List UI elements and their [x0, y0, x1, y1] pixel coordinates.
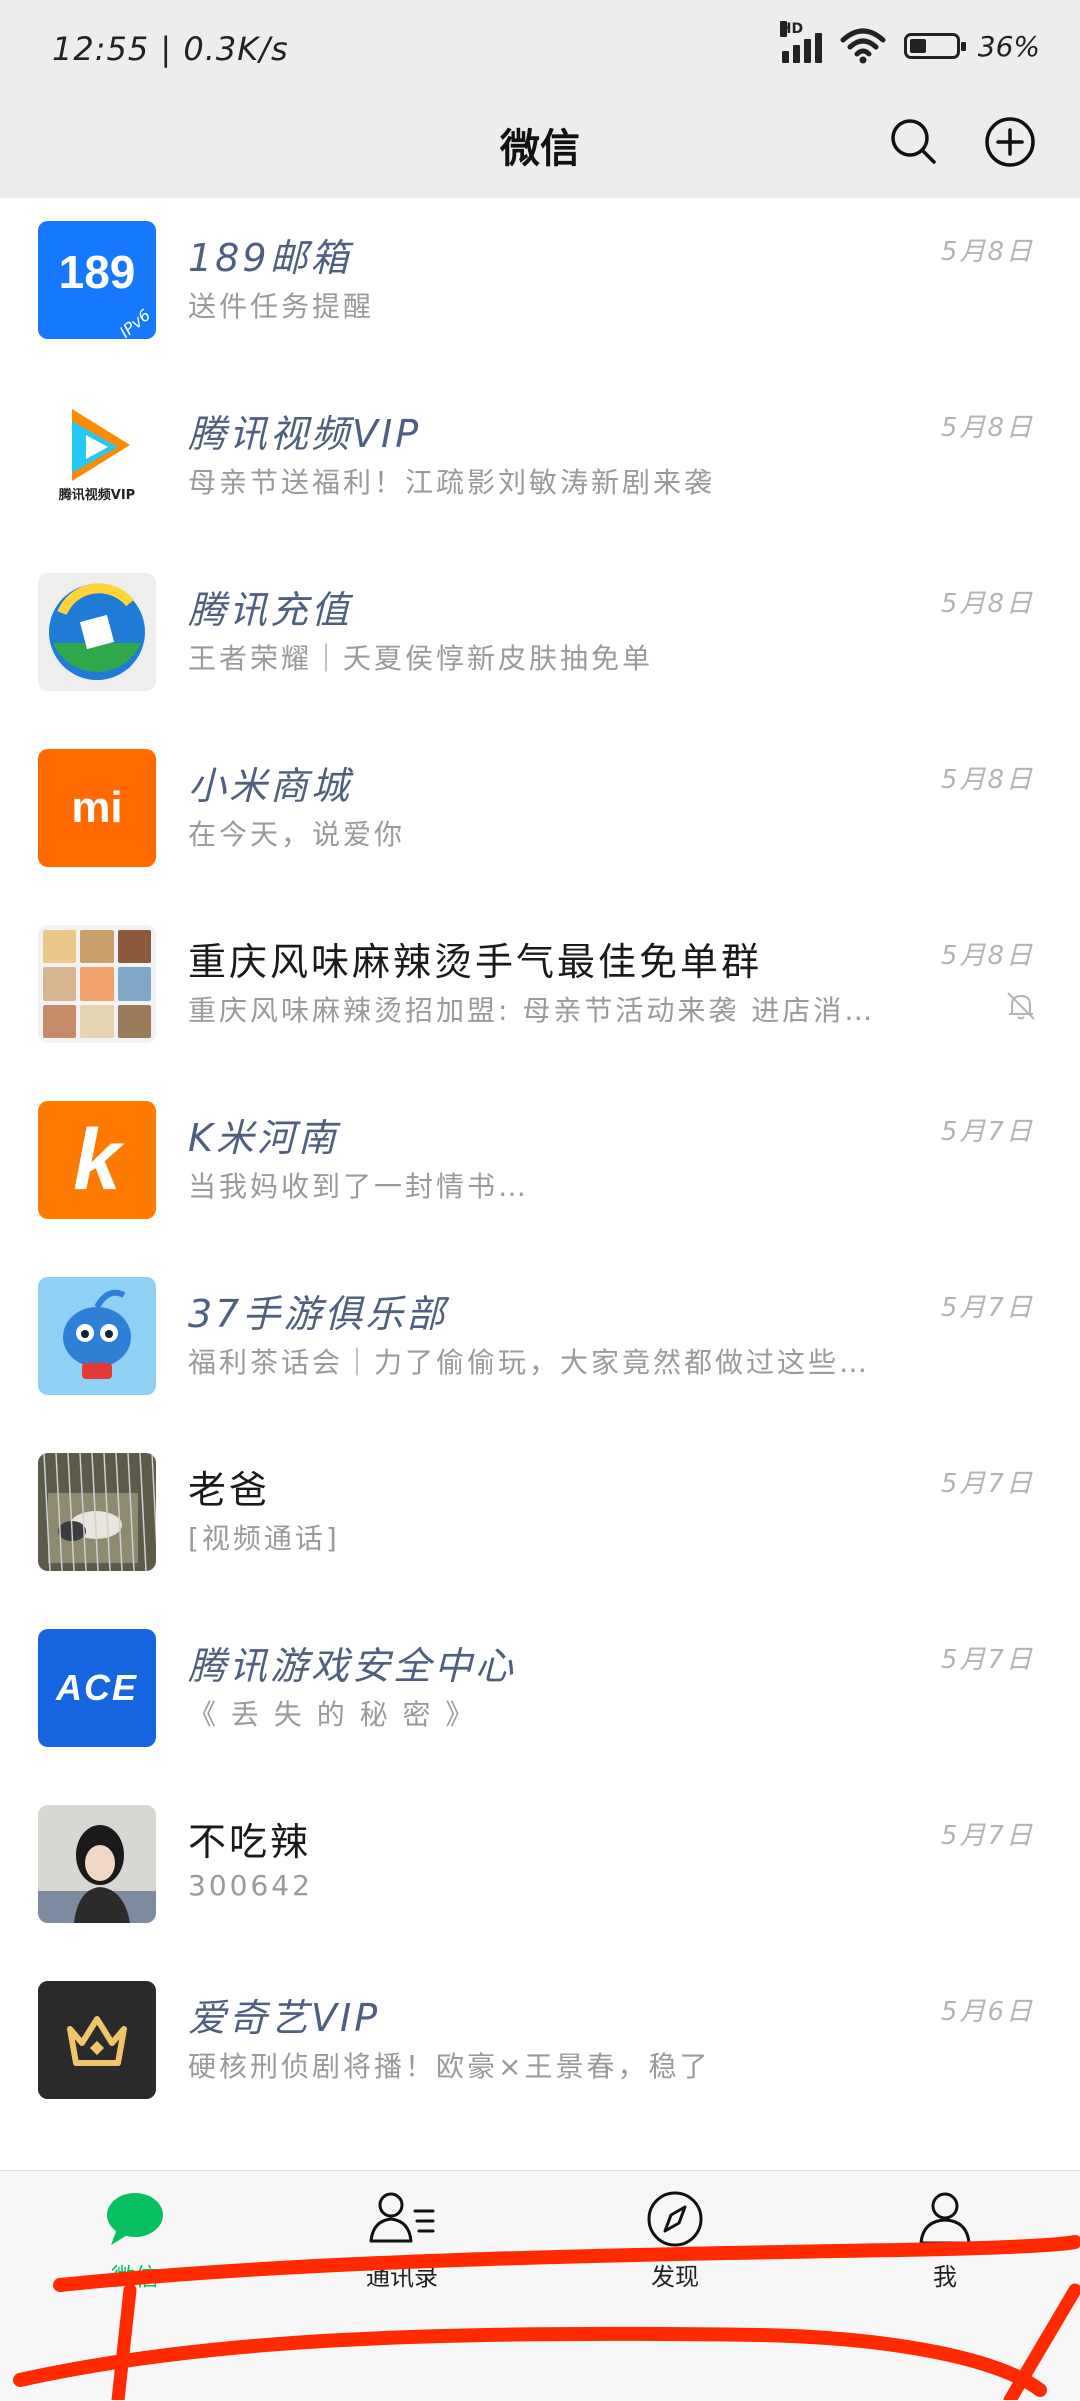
avatar: 腾讯视频VIP — [38, 397, 156, 515]
chat-preview: 母亲节送福利！江疏影刘敏涛新剧来袭 — [188, 466, 716, 499]
tab-label: 通讯录 — [366, 2263, 438, 2291]
chat-time: 5月8日 — [940, 237, 1034, 267]
wifi-icon — [840, 28, 886, 64]
chat-time: 5月8日 — [940, 765, 1034, 795]
chat-name: 小米商城 — [188, 764, 353, 808]
chat-list-item[interactable]: 腾讯充值王者荣耀｜夭夏侯惇新皮肤抽免单 5月8日 — [0, 551, 1080, 727]
chat-preview: [视频通话] — [188, 1522, 340, 1555]
chat-preview: 《 丢 失 的 秘 密 》 — [188, 1698, 477, 1731]
tab-label: 微信 — [111, 2263, 159, 2291]
chat-name: K米河南 — [188, 1116, 339, 1160]
mute-bell-icon — [1007, 992, 1035, 1020]
avatar-sub: 腾讯视频VIP — [58, 488, 136, 503]
chat-name: 腾讯游戏安全中心 — [188, 1644, 517, 1688]
bottom-tab-bar: 微信 通讯录 发现 我 — [0, 2170, 1080, 2401]
avatar-sub: IPv6 — [115, 305, 155, 339]
avatar — [38, 1453, 156, 1571]
hd-badge: HD — [779, 21, 804, 37]
search-icon[interactable] — [886, 114, 942, 170]
chat-preview: 硬核刑侦剧将播！欧豪×王景春，稳了 — [188, 2050, 711, 2083]
chat-preview: 福利茶话会｜力了偷偷玩，大家竟然都做过这些… — [188, 1346, 871, 1379]
chat-time: 5月6日 — [940, 1997, 1034, 2027]
avatar-text: 189 — [58, 246, 136, 298]
chat-list-item[interactable]: 爱奇艺VIP 硬核刑侦剧将播！欧豪×王景春，稳了 5月6日 — [0, 1959, 1080, 2135]
tab-discover[interactable]: 发现 — [575, 2189, 775, 2292]
chat-list-item[interactable]: ACE 腾讯游戏安全中心《 丢 失 的 秘 密 》 5月7日 — [0, 1607, 1080, 1783]
chat-name: 腾讯视频VIP — [188, 412, 422, 456]
chat-name: 爱奇艺VIP — [188, 1996, 381, 2040]
chat-name: 重庆风味麻辣烫手气最佳免单群 — [188, 940, 763, 984]
chat-time: 5月8日 — [940, 941, 1034, 971]
battery-icon — [903, 33, 966, 59]
tab-chats[interactable]: 微信 — [35, 2189, 235, 2292]
chat-list-item[interactable]: mi 小米商城在今天，说爱你 5月8日 — [0, 727, 1080, 903]
chat-time: 5月7日 — [940, 1469, 1034, 1499]
chat-preview: 在今天，说爱你 — [188, 818, 406, 851]
chat-preview: 王者荣耀｜夭夏侯惇新皮肤抽免单 — [188, 642, 654, 675]
chat-time: 5月7日 — [940, 1293, 1034, 1323]
status-bar: 12:55 | 0.3K/s HD 36% — [0, 0, 1080, 100]
chat-time: 5月7日 — [940, 1117, 1034, 1147]
chat-name: 老爸 — [188, 1468, 271, 1512]
chat-time: 5月8日 — [940, 413, 1034, 443]
avatar: mi — [38, 749, 156, 867]
chat-bubble-icon — [107, 2193, 163, 2245]
status-icons: HD 36% — [779, 21, 1040, 64]
chat-list-item[interactable]: 189 IPv6 189邮箱送件任务提醒 5月8日 — [0, 199, 1080, 375]
chat-list[interactable]: 189 IPv6 189邮箱 送件任务提醒 5月8日 腾讯视频VIP 腾讯视频VIP 母亲节送… — [0, 198, 1080, 2170]
status-time-speed: 12:55 | 0.3K/s — [52, 30, 289, 68]
chat-list-item[interactable]: 腾讯视频VIP 腾讯视频VIP 母亲节送福利！江疏影刘敏涛新剧来袭 5月8日 — [0, 375, 1080, 551]
compass-icon — [647, 2191, 703, 2247]
avatar — [38, 1277, 156, 1395]
tab-label: 我 — [933, 2263, 957, 2291]
chat-list-item[interactable]: 老爸 [视频通话] 5月7日 — [0, 1431, 1080, 1607]
chat-list-item[interactable]: 重庆风味麻辣烫手气最佳免单群重庆风味麻辣烫招加盟: 母亲节活动来袭 进店消… 5月… — [0, 903, 1080, 1079]
chat-list-item[interactable]: 不吃辣 300642 5月7日 — [0, 1783, 1080, 1959]
chat-preview: 当我妈收到了一封情书… — [188, 1170, 530, 1203]
avatar: ACE — [38, 1629, 156, 1747]
chat-name: 37手游俱乐部 — [188, 1292, 448, 1336]
chat-list-item[interactable]: k K米河南当我妈收到了一封情书… 5月7日 — [0, 1079, 1080, 1255]
chat-time: 5月7日 — [940, 1645, 1034, 1675]
avatar — [38, 573, 156, 691]
chat-name: 189邮箱 — [188, 236, 352, 280]
tab-contacts[interactable]: 通讯录 — [302, 2189, 502, 2292]
avatar — [38, 1805, 156, 1923]
avatar — [38, 1981, 156, 2099]
chat-list-item[interactable]: 37手游俱乐部福利茶话会｜力了偷偷玩，大家竟然都做过这些… 5月7日 — [0, 1255, 1080, 1431]
status-time: 12:55 — [52, 30, 150, 68]
chat-time: 5月7日 — [940, 1821, 1034, 1851]
battery-percent: 36% — [977, 29, 1040, 63]
chat-preview: 300642 — [188, 1869, 313, 1902]
avatar: k — [38, 1101, 156, 1219]
chat-name: 不吃辣 — [188, 1820, 312, 1864]
app-header: 微信 — [0, 100, 1080, 198]
chat-preview: 重庆风味麻辣烫招加盟: 母亲节活动来袭 进店消… — [188, 994, 876, 1027]
plus-circle-icon[interactable] — [982, 114, 1038, 170]
chat-time: 5月8日 — [940, 589, 1034, 619]
person-icon — [919, 2192, 971, 2245]
avatar — [38, 925, 156, 1043]
avatar: 189 IPv6 — [38, 221, 156, 339]
contacts-icon — [369, 2192, 435, 2243]
chat-name: 腾讯充值 — [188, 588, 353, 632]
tab-me[interactable]: 我 — [845, 2189, 1045, 2292]
tab-label: 发现 — [651, 2263, 699, 2291]
network-speed: 0.3K/s — [183, 30, 289, 68]
cellular-signal-icon: HD — [779, 21, 822, 63]
chat-preview: 送件任务提醒 — [188, 290, 375, 323]
